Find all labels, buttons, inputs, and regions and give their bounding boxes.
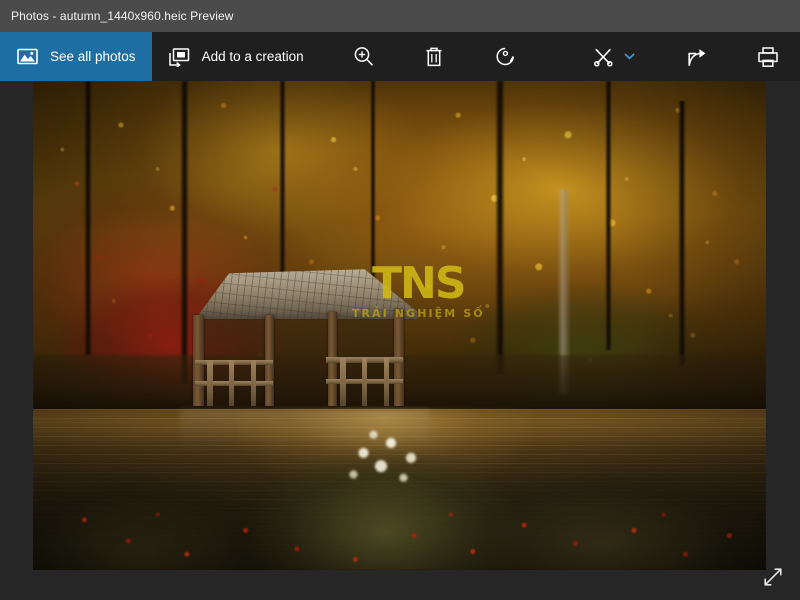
share-icon (688, 48, 706, 66)
toolbar-spacer-1 (318, 32, 340, 81)
pavilion-roof-shingles (175, 269, 418, 320)
toolbar-spacer-5 (644, 32, 674, 81)
window-title: Photos - autumn_1440x960.heic Preview (11, 9, 234, 23)
trash-icon (421, 44, 447, 70)
photo-tree-trunk (84, 81, 93, 355)
chevron-down-icon (624, 52, 635, 62)
pavilion-baluster (229, 360, 235, 406)
toolbar-spacer-2 (388, 32, 410, 81)
see-all-photos-button[interactable]: See all photos (0, 32, 152, 81)
toolbar-spacer-4 (530, 32, 582, 81)
add-to-creation-button[interactable]: Add to a creation (152, 32, 318, 81)
pavilion-baluster (250, 360, 257, 406)
title-bar: Photos - autumn_1440x960.heic Preview (0, 0, 800, 32)
delete-button[interactable] (410, 32, 458, 81)
photo-viewer-area: TNS TRẢI NGHIỆM SỐ (0, 81, 800, 600)
zoom-in-icon (351, 44, 377, 70)
photo-tree-trunk (678, 100, 687, 365)
autumn-landscape-photo[interactable]: TNS TRẢI NGHIỆM SỐ (33, 81, 766, 570)
rotate-button[interactable] (482, 32, 530, 81)
toolbar-spacer-6 (722, 32, 744, 81)
add-to-creation-label: Add to a creation (201, 49, 304, 64)
add-to-creation-icon (166, 44, 192, 70)
edit-create-icon (591, 44, 617, 70)
pavilion-baluster (340, 357, 346, 406)
pavilion-baluster (362, 357, 368, 406)
pavilion-baluster (207, 360, 213, 406)
fullscreen-button[interactable] (760, 564, 786, 590)
app-toolbar: See all photos Add to a creation (0, 32, 800, 81)
print-button[interactable] (744, 32, 792, 81)
print-icon (757, 46, 778, 67)
toolbar-spacer-3 (458, 32, 482, 81)
photo-tree-trunk (494, 81, 505, 375)
see-all-photos-label: See all photos (50, 49, 136, 64)
pavilion-baluster (383, 357, 390, 406)
rotate-icon (493, 44, 519, 70)
zoom-button[interactable] (340, 32, 388, 81)
photos-icon (14, 44, 40, 70)
photo-tree-trunk (604, 81, 612, 350)
photo-white-flowers (326, 423, 451, 507)
photo-tree-trunk (370, 81, 377, 287)
photo-wooden-pavilion (175, 269, 418, 419)
fullscreen-icon (764, 568, 782, 586)
edit-create-button[interactable] (582, 32, 644, 81)
toolbar-spacer-7 (792, 32, 800, 81)
share-button[interactable] (674, 32, 722, 81)
